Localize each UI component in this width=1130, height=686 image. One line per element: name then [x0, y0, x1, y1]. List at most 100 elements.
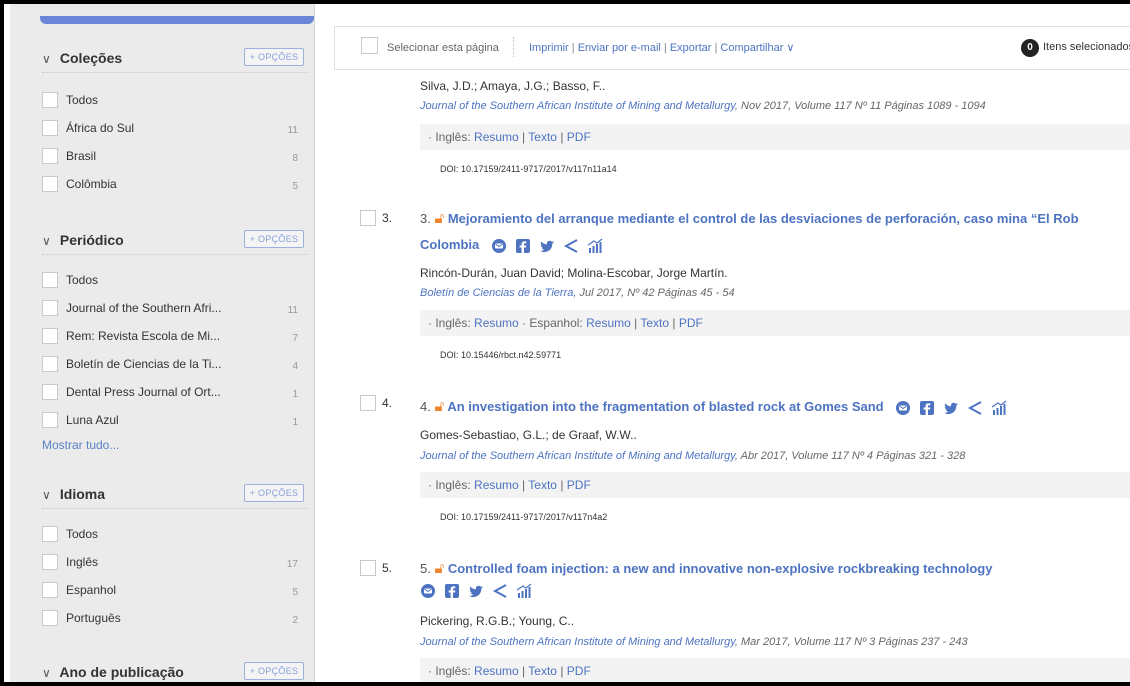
journal-name[interactable]: Boletín de Ciencias de la Tierra,: [420, 287, 576, 299]
separator: |: [663, 42, 667, 54]
checkbox[interactable]: [42, 412, 58, 428]
facebook-icon[interactable]: [919, 400, 935, 416]
facet-item[interactable]: Espanhol 5: [42, 582, 302, 602]
record-language-links: · Inglês: Resumo | Texto | PDF: [420, 124, 1130, 150]
text-link[interactable]: Texto: [528, 130, 557, 144]
abstract-link[interactable]: Resumo: [474, 478, 519, 492]
checkbox[interactable]: [42, 554, 58, 570]
facet-title-periodico[interactable]: ∨ Periódico: [42, 232, 124, 248]
abstract-link[interactable]: Resumo: [474, 664, 519, 678]
pdf-link[interactable]: PDF: [567, 664, 591, 678]
facet-title-text: Idioma: [59, 486, 106, 502]
text-link[interactable]: Texto: [640, 316, 669, 330]
checkbox[interactable]: [42, 610, 58, 626]
facebook-icon[interactable]: [515, 238, 531, 254]
checkbox[interactable]: [42, 328, 58, 344]
email-link[interactable]: Enviar por e-mail: [578, 42, 661, 54]
chevron-down-icon: ∨: [42, 666, 51, 680]
abstract-link[interactable]: Resumo: [474, 130, 519, 144]
checkbox[interactable]: [42, 120, 58, 136]
opcoes-button[interactable]: + OPÇÕES: [244, 230, 304, 248]
record-checkbox[interactable]: [360, 395, 376, 411]
selected-items-label[interactable]: Itens selecionados: [1043, 41, 1130, 53]
journal-name[interactable]: Journal of the Southern African Institut…: [420, 450, 738, 462]
facet-item[interactable]: Brasil 8: [42, 148, 302, 168]
show-all-link[interactable]: Mostrar tudo...: [42, 438, 119, 452]
facet-item[interactable]: Todos: [42, 92, 302, 112]
twitter-icon[interactable]: [539, 238, 555, 254]
checkbox[interactable]: [42, 300, 58, 316]
facet-item[interactable]: Dental Press Journal of Ort... 1: [42, 384, 302, 404]
facet-item[interactable]: Rem: Revista Escola de Mi... 7: [42, 328, 302, 348]
facet-header[interactable]: ∨ Ano de publicação + OPÇÕES: [10, 658, 314, 682]
share-icon[interactable]: [492, 583, 508, 599]
checkbox[interactable]: [42, 272, 58, 288]
text-link[interactable]: Texto: [528, 478, 557, 492]
facet-title-colecoes[interactable]: ∨ Coleções: [42, 50, 122, 66]
abstract-link[interactable]: Resumo: [586, 316, 631, 330]
facet-item[interactable]: Luna Azul 1: [42, 412, 302, 432]
facet-item-label: Todos: [66, 93, 99, 107]
metrics-icon[interactable]: [516, 583, 532, 599]
text-link[interactable]: Texto: [528, 664, 557, 678]
email-icon[interactable]: [491, 238, 507, 254]
journal-name[interactable]: Journal of the Southern African Institut…: [420, 100, 738, 112]
record-title-continued[interactable]: Colombia: [420, 237, 603, 254]
pdf-link[interactable]: PDF: [567, 130, 591, 144]
filter-sidebar: ∨ Coleções + OPÇÕES Todos África do Sul 1…: [10, 4, 315, 682]
share-icon[interactable]: [563, 238, 579, 254]
checkbox[interactable]: [42, 356, 58, 372]
record-number: 4.: [382, 396, 393, 410]
record-title[interactable]: 3. 🔓︎ Mejoramiento del arranque mediante…: [420, 210, 1079, 227]
share-icon[interactable]: [967, 400, 983, 416]
facet-item[interactable]: Journal of the Southern Afri... 11: [42, 300, 302, 320]
record-title[interactable]: 5. 🔓︎ Controlled foam injection: a new a…: [420, 560, 992, 577]
facet-item[interactable]: África do Sul 11: [42, 120, 302, 140]
twitter-icon[interactable]: [943, 400, 959, 416]
checkbox[interactable]: [42, 148, 58, 164]
print-link[interactable]: Imprimir: [529, 42, 569, 54]
facet-item[interactable]: Inglês 17: [42, 554, 302, 574]
facet-header[interactable]: ∨ Idioma + OPÇÕES: [10, 480, 314, 510]
facet-ano: ∨ Ano de publicação + OPÇÕES: [10, 658, 314, 682]
record-share-row: [412, 582, 532, 599]
facebook-icon[interactable]: [444, 583, 460, 599]
export-link[interactable]: Exportar: [670, 42, 712, 54]
metrics-icon[interactable]: [587, 238, 603, 254]
facet-item[interactable]: Todos: [42, 272, 302, 292]
select-page-checkbox[interactable]: [361, 37, 378, 54]
facet-item[interactable]: Todos: [42, 526, 302, 546]
pdf-link[interactable]: PDF: [679, 316, 703, 330]
checkbox[interactable]: [42, 582, 58, 598]
facet-title-idioma[interactable]: ∨ Idioma: [42, 486, 105, 502]
separator: |: [714, 42, 718, 54]
checkbox[interactable]: [42, 176, 58, 192]
opcoes-button[interactable]: + OPÇÕES: [244, 48, 304, 66]
pdf-link[interactable]: PDF: [567, 478, 591, 492]
record-doi: DOI: 10.17159/2411-9717/2017/v117n4a2: [440, 512, 608, 522]
facet-header[interactable]: ∨ Coleções + OPÇÕES: [10, 44, 314, 74]
twitter-icon[interactable]: [468, 583, 484, 599]
select-page-label[interactable]: Selecionar esta página: [387, 42, 499, 54]
checkbox[interactable]: [42, 384, 58, 400]
record-checkbox[interactable]: [360, 560, 376, 576]
abstract-link[interactable]: Resumo: [474, 316, 519, 330]
email-icon[interactable]: [895, 400, 911, 416]
facet-title-ano[interactable]: ∨ Ano de publicação: [42, 664, 184, 680]
facet-item[interactable]: Colômbia 5: [42, 176, 302, 196]
record-title[interactable]: 4. 🔓︎ An investigation into the fragment…: [420, 398, 1007, 416]
open-access-lock-icon: 🔓︎: [434, 398, 445, 415]
facet-item[interactable]: Boletín de Ciencias de la Ti... 4: [42, 356, 302, 376]
checkbox[interactable]: [42, 92, 58, 108]
opcoes-button[interactable]: + OPÇÕES: [244, 662, 304, 680]
facet-item[interactable]: Português 2: [42, 610, 302, 630]
journal-name[interactable]: Journal of the Southern African Institut…: [420, 636, 738, 648]
facet-header[interactable]: ∨ Periódico + OPÇÕES: [10, 226, 314, 256]
checkbox[interactable]: [42, 526, 58, 542]
metrics-icon[interactable]: [991, 400, 1007, 416]
facet-title-text: Coleções: [59, 50, 123, 66]
opcoes-button[interactable]: + OPÇÕES: [244, 484, 304, 502]
share-dropdown[interactable]: Compartilhar ∨: [720, 42, 794, 54]
record-checkbox[interactable]: [360, 210, 376, 226]
email-icon[interactable]: [420, 583, 436, 599]
